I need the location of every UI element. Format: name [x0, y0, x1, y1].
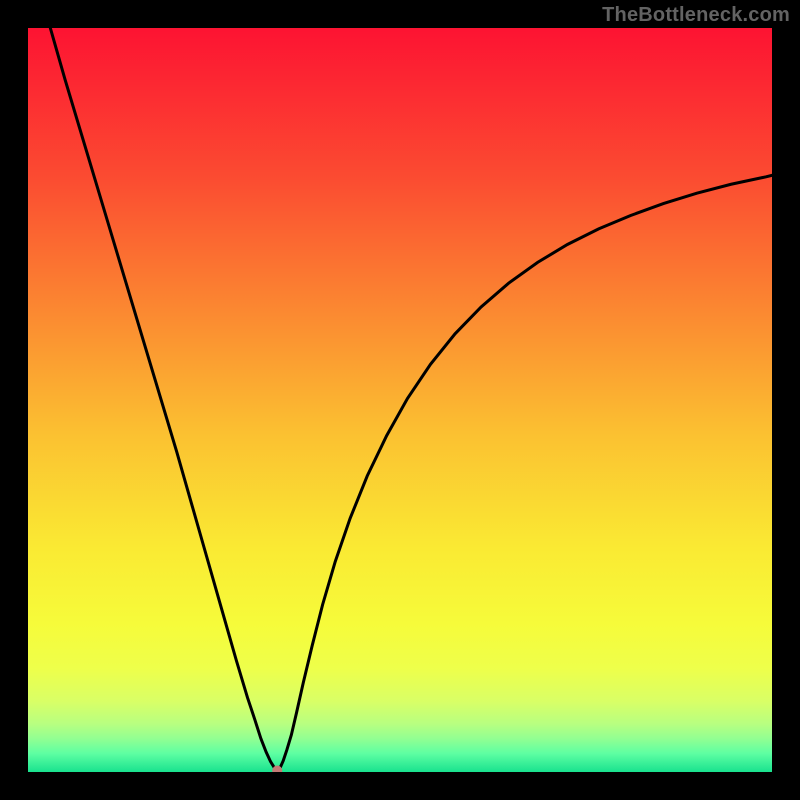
gradient-background	[28, 28, 772, 772]
chart-frame: TheBottleneck.com	[0, 0, 800, 800]
attribution-label: TheBottleneck.com	[602, 4, 790, 27]
plot-area	[28, 28, 772, 772]
bottleneck-chart	[28, 28, 772, 772]
